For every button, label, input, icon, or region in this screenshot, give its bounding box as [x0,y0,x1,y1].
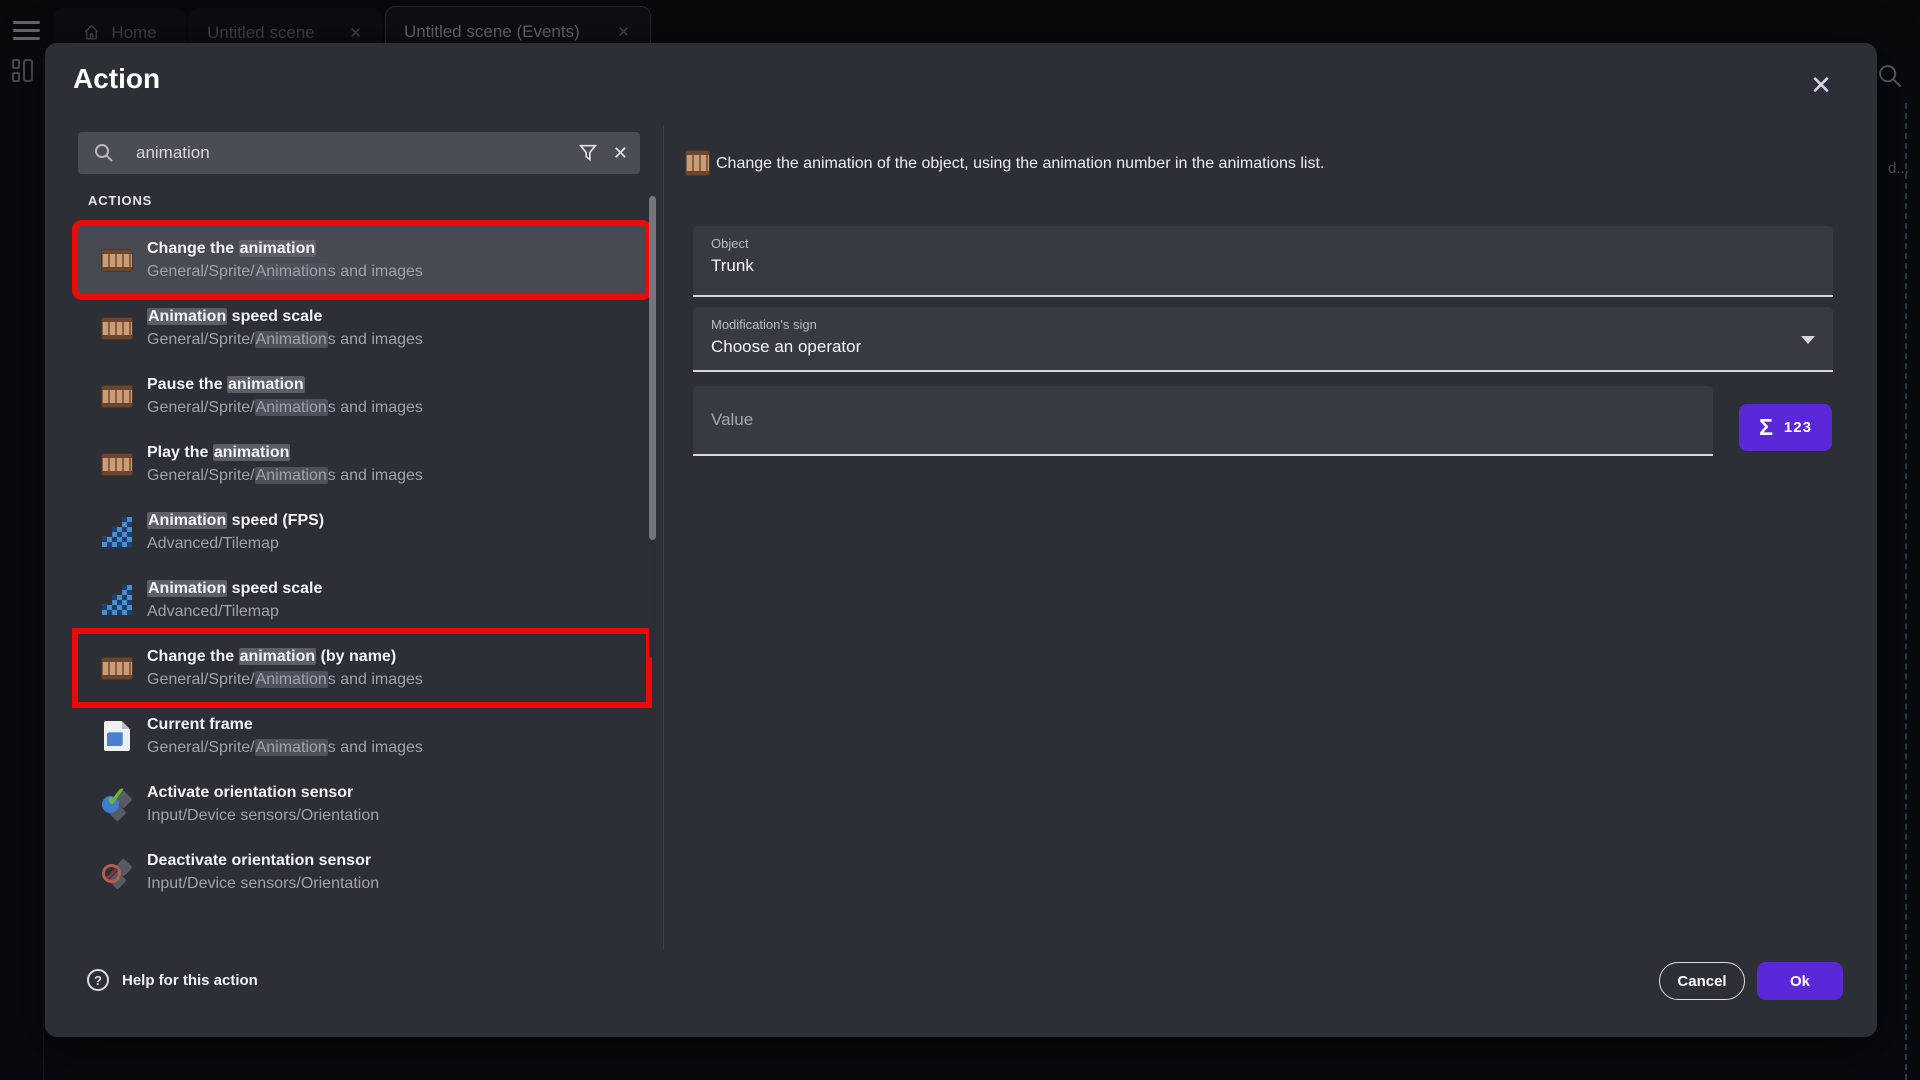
action-list-item[interactable]: Animation speed scaleAdvanced/Tilemap [78,566,646,634]
action-item-path: Input/Device sensors/Orientation [147,872,379,895]
action-item-path: General/Sprite/Animations and images [147,396,423,419]
expression-editor-button[interactable]: Σ 123 [1739,404,1832,451]
action-list-item[interactable]: Current frameGeneral/Sprite/Animations a… [78,702,646,770]
action-item-text: Pause the animationGeneral/Sprite/Animat… [147,373,423,419]
action-item-title: Change the animation (by name) [147,645,423,668]
value-field [693,386,1713,456]
operator-select[interactable]: Modification's sign Choose an operator [693,307,1833,372]
action-item-text: Current frameGeneral/Sprite/Animations a… [147,713,423,759]
action-search-bar: ✕ [78,132,640,174]
dialog-close-icon[interactable]: ✕ [1797,61,1845,109]
sprite-animation-icon [100,657,134,680]
action-item-title: Current frame [147,713,423,736]
filter-icon[interactable] [577,142,599,164]
search-input[interactable] [116,132,577,174]
sprite-animation-icon [100,317,134,340]
action-item-path: General/Sprite/Animations and images [147,464,423,487]
list-scrollbar-thumb[interactable] [649,196,656,540]
sprite-animation-icon [685,150,710,176]
action-item-text: Animation speed scaleAdvanced/Tilemap [147,577,322,623]
action-item-title: Animation speed scale [147,305,423,328]
pane-divider [663,125,664,949]
action-list-item[interactable]: Change the animationGeneral/Sprite/Anima… [78,226,646,294]
action-list-item[interactable]: Animation speed (FPS)Advanced/Tilemap [78,498,646,566]
action-list-item[interactable]: Play the animationGeneral/Sprite/Animati… [78,430,646,498]
object-field-label: Object [711,236,1815,251]
sigma-icon: Σ [1759,414,1773,441]
current-frame-icon [100,721,134,751]
help-link[interactable]: ? Help for this action [87,969,258,991]
action-item-path: General/Sprite/Animations and images [147,668,423,691]
orientation-activate-icon: ✓ [100,789,134,819]
sprite-animation-icon [100,385,134,408]
action-item-text: Deactivate orientation sensorInput/Devic… [147,849,379,895]
operator-value: Choose an operator [711,337,1815,357]
object-field-value: Trunk [711,256,1815,276]
operator-label: Modification's sign [711,317,1815,332]
action-item-path: General/Sprite/Animations and images [147,736,423,759]
action-item-text: Animation speed (FPS)Advanced/Tilemap [147,509,324,555]
action-item-path: Advanced/Tilemap [147,532,324,555]
expression-button-label: 123 [1784,419,1812,436]
cancel-button[interactable]: Cancel [1659,962,1745,1000]
action-item-path: Input/Device sensors/Orientation [147,804,379,827]
action-item-title: Animation speed (FPS) [147,509,324,532]
orientation-deactivate-icon [100,857,134,887]
search-clear-icon[interactable]: ✕ [613,143,628,164]
action-list-item[interactable]: Pause the animationGeneral/Sprite/Animat… [78,362,646,430]
action-item-text: Change the animationGeneral/Sprite/Anima… [147,237,423,283]
object-field[interactable]: Object Trunk [693,226,1833,297]
action-item-path: General/Sprite/Animations and images [147,260,423,283]
action-list-item[interactable]: ✓ Activate orientation sensorInput/Device… [78,770,646,838]
action-list-item[interactable]: Change the animation (by name)General/Sp… [78,634,646,702]
help-icon: ? [87,969,109,991]
dialog-title: Action [73,63,160,95]
actions-list: Change the animationGeneral/Sprite/Anima… [78,226,646,906]
action-item-title: Change the animation [147,237,423,260]
sprite-animation-icon [100,453,134,476]
action-item-text: Activate orientation sensorInput/Device … [147,781,379,827]
action-item-text: Play the animationGeneral/Sprite/Animati… [147,441,423,487]
action-list-item[interactable]: Deactivate orientation sensorInput/Devic… [78,838,646,906]
action-item-title: Animation speed scale [147,577,322,600]
action-dialog: Action ✕ ✕ ACTIONS Change the animationG… [45,43,1877,1037]
action-item-title: Activate orientation sensor [147,781,379,804]
action-description: Change the animation of the object, usin… [716,155,1324,173]
tilemap-icon [100,585,134,615]
action-item-title: Play the animation [147,441,423,464]
action-item-text: Animation speed scaleGeneral/Sprite/Anim… [147,305,423,351]
action-item-path: General/Sprite/Animations and images [147,328,423,351]
value-input[interactable] [693,386,1713,454]
tilemap-icon [100,517,134,547]
chevron-down-icon [1801,336,1815,344]
actions-section-header: ACTIONS [88,193,152,208]
action-item-path: Advanced/Tilemap [147,600,322,623]
action-list-item[interactable]: Animation speed scaleGeneral/Sprite/Anim… [78,294,646,362]
help-label: Help for this action [122,972,258,989]
sprite-animation-icon [100,249,134,272]
action-item-title: Deactivate orientation sensor [147,849,379,872]
action-item-title: Pause the animation [147,373,423,396]
action-item-text: Change the animation (by name)General/Sp… [147,645,423,691]
search-icon [92,141,116,165]
ok-button[interactable]: Ok [1757,962,1843,1000]
